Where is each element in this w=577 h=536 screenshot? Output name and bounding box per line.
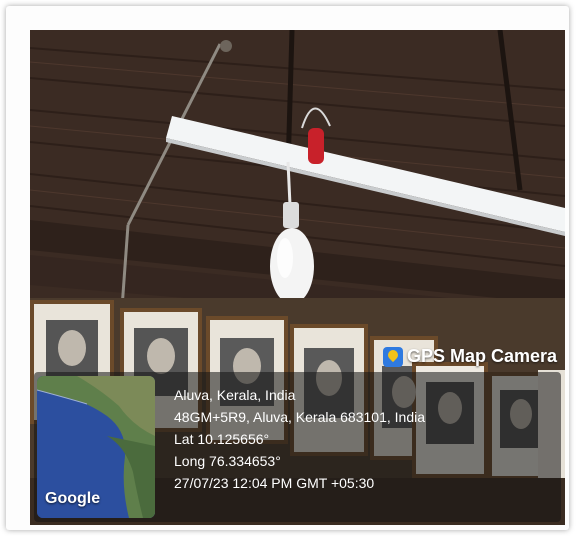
longitude-line: Long 76.334653° — [174, 453, 281, 469]
location-title: Aluva, Kerala, India — [174, 387, 296, 403]
location-info-panel: Google Aluva, Kerala, India 48GM+5R9, Al… — [34, 372, 561, 522]
photo: GPS Map Camera Google Aluva, Kerala, Ind… — [30, 30, 565, 525]
address-line: 48GM+5R9, Aluva, Kerala 683101, India — [174, 409, 426, 425]
location-text: Aluva, Kerala, India 48GM+5R9, Aluva, Ke… — [174, 384, 425, 494]
mini-map: Google — [37, 376, 155, 518]
latitude-line: Lat 10.125656° — [174, 431, 270, 447]
brand-label: GPS Map Camera — [406, 346, 557, 366]
gps-map-camera-brand: GPS Map Camera — [382, 346, 557, 367]
timestamp-line: 27/07/23 12:04 PM GMT +05:30 — [174, 475, 375, 491]
google-attribution: Google — [45, 490, 101, 507]
gps-map-camera-icon — [382, 346, 403, 367]
